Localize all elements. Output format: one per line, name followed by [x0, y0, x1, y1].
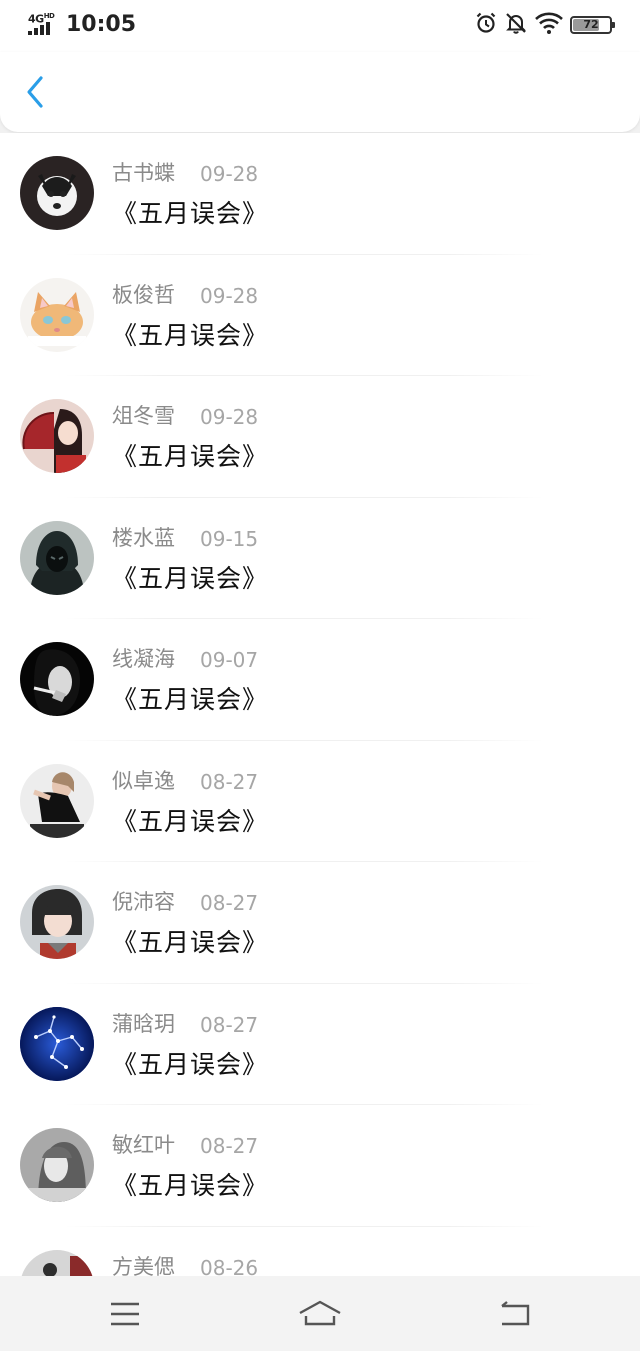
woman-portrait-avatar-icon[interactable]: [20, 763, 94, 838]
post-title: 《五月误会》: [112, 928, 269, 957]
girl-selfie-avatar-icon[interactable]: [20, 885, 94, 959]
post-date: 09-28: [200, 283, 259, 308]
alarm-icon: [474, 11, 498, 39]
person-avatar-icon[interactable]: [20, 1249, 94, 1276]
gray-portrait-avatar-icon[interactable]: [20, 1128, 94, 1202]
post-title: 《五月误会》: [112, 806, 269, 836]
post-date: 08-27: [200, 1012, 259, 1037]
user-name: 古书蝶: [112, 161, 175, 185]
user-name: 敏红叶: [112, 1133, 175, 1157]
status-bar: 4GHD 10:05 72: [0, 0, 640, 52]
cellular-signal-icon: 4GHD: [28, 11, 62, 37]
battery-icon: 72: [570, 16, 615, 34]
back-icon: [501, 1301, 530, 1326]
constellation-avatar-icon[interactable]: [20, 1006, 94, 1081]
message-list: 古书蝶 09-28 《五月误会》 板俊哲 09-28 《五月误会》 俎冬雪 09-28 《五月误…: [0, 133, 640, 1276]
menu-icon: [111, 1302, 139, 1326]
hooded-figure-avatar-icon[interactable]: [20, 520, 94, 595]
post-title: 《五月误会》: [112, 199, 269, 228]
anime-girl-avatar-icon[interactable]: [20, 399, 94, 473]
clock: 10:05: [66, 12, 137, 37]
user-name: 方美偲: [112, 1254, 175, 1277]
list-item[interactable]: 似卓逸 08-27 《五月误会》: [0, 741, 640, 862]
post-date: 08-27: [200, 769, 259, 794]
notifications-off-icon: [504, 11, 528, 39]
network-type: 4GHD: [28, 12, 55, 26]
menu-button[interactable]: [101, 1294, 149, 1334]
system-back-button[interactable]: [491, 1294, 539, 1334]
post-date: 09-28: [200, 405, 259, 429]
user-name: 板俊哲: [112, 282, 175, 307]
back-button[interactable]: [18, 72, 52, 112]
post-date: 09-15: [200, 526, 259, 551]
list-item[interactable]: 楼水蓝 09-15 《五月误会》: [0, 498, 640, 619]
post-date: 08-26: [200, 1255, 259, 1277]
list-item[interactable]: 方美偲08-26《五月误会》: [0, 1227, 640, 1277]
post-date: 09-07: [200, 648, 259, 672]
list-item[interactable]: 敏红叶 08-27 《五月误会》: [0, 1105, 640, 1227]
post-title: 《五月误会》: [112, 685, 269, 714]
home-button[interactable]: [296, 1294, 344, 1334]
list-item[interactable]: 俎冬雪 09-28 《五月误会》: [0, 376, 640, 498]
user-name: 楼水蓝: [112, 525, 175, 550]
status-icons: 72: [474, 11, 615, 39]
home-icon: [299, 1300, 341, 1326]
chevron-left-icon: [27, 76, 43, 108]
user-name: 俎冬雪: [112, 404, 175, 428]
cat-avatar-icon[interactable]: [20, 277, 94, 352]
list-item[interactable]: 古书蝶 09-28 《五月误会》: [0, 133, 640, 255]
dog-avatar-icon[interactable]: [20, 156, 94, 230]
post-date: 09-28: [200, 162, 259, 186]
post-title: 《五月误会》: [112, 320, 269, 350]
post-title: 《五月误会》: [112, 1049, 269, 1079]
post-title: 《五月误会》: [112, 442, 269, 471]
user-name: 线凝海: [112, 647, 175, 671]
wifi-icon: [534, 11, 564, 39]
battery-level: 72: [583, 18, 599, 31]
smoking-girl-avatar-icon[interactable]: [20, 642, 94, 716]
user-name: 倪沛容: [112, 890, 175, 914]
post-date: 08-27: [200, 891, 259, 915]
list-item[interactable]: 倪沛容 08-27 《五月误会》: [0, 862, 640, 984]
list-item[interactable]: 线凝海 09-07 《五月误会》: [0, 619, 640, 741]
list-item[interactable]: 蒲晗玥 08-27 《五月误会》: [0, 984, 640, 1105]
navigation-bar: [0, 1276, 640, 1351]
list-item[interactable]: 板俊哲 09-28 《五月误会》: [0, 255, 640, 376]
title-bar: [0, 52, 640, 132]
post-title: 《五月误会》: [112, 1171, 269, 1200]
user-name: 蒲晗玥: [112, 1011, 175, 1036]
post-date: 08-27: [200, 1134, 259, 1158]
post-title: 《五月误会》: [112, 563, 269, 593]
user-name: 似卓逸: [112, 768, 175, 793]
